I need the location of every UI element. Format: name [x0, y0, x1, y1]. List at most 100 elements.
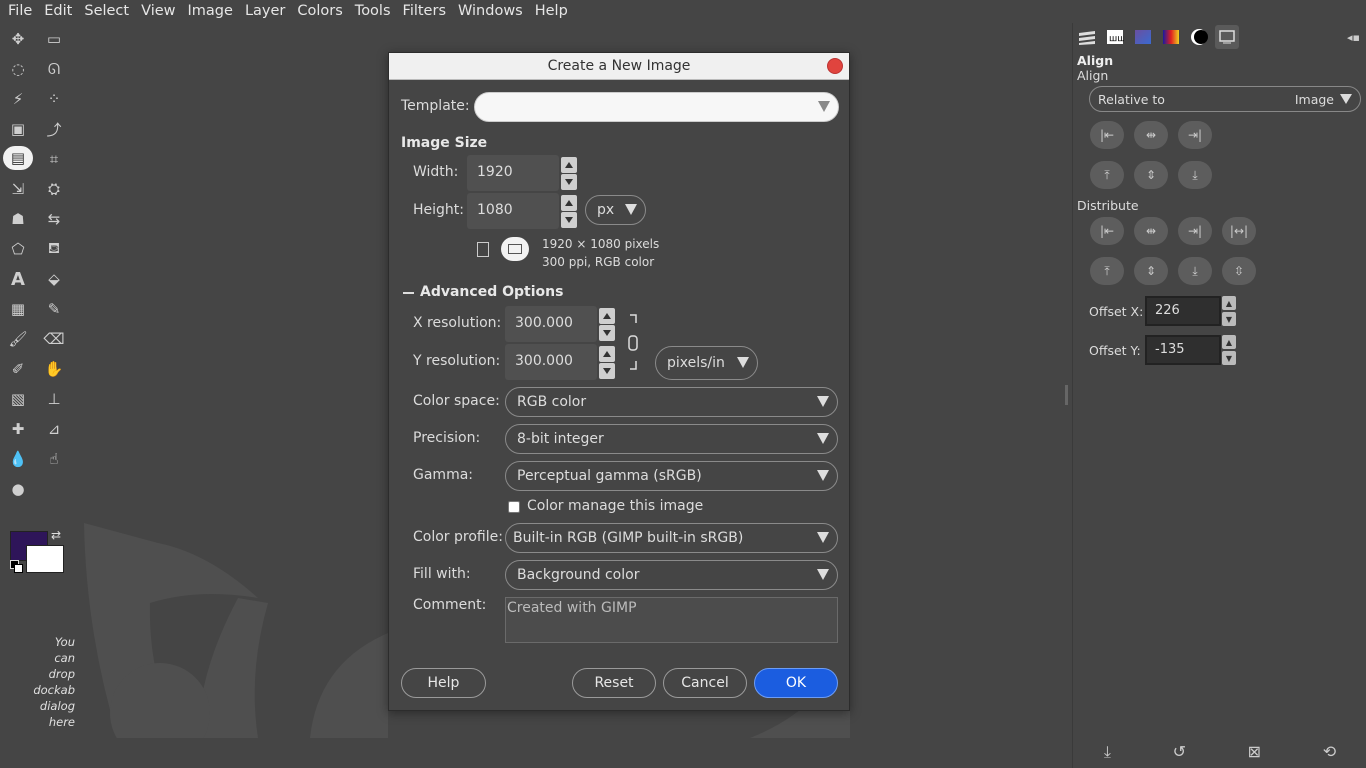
- y-resolution-decrement-icon[interactable]: [599, 363, 615, 379]
- x-resolution-decrement-icon[interactable]: [599, 325, 615, 341]
- color-manage-checkbox[interactable]: [508, 501, 520, 513]
- color-profile-combo[interactable]: Built-in RGB (GIMP built-in sRGB): [505, 523, 838, 553]
- restore-options-icon[interactable]: ↺: [1173, 742, 1186, 761]
- scale-tool-icon[interactable]: ⇲: [5, 176, 31, 202]
- menu-filters[interactable]: Filters: [397, 0, 452, 23]
- pencil-tool-icon[interactable]: ✎: [41, 296, 67, 322]
- align-left-edge-button[interactable]: |⇤: [1090, 121, 1124, 149]
- airbrush-tool-icon[interactable]: ✐: [5, 356, 31, 382]
- x-resolution-increment-icon[interactable]: [599, 308, 615, 324]
- offset-y-increment-icon[interactable]: ▲: [1222, 335, 1236, 349]
- help-button[interactable]: Help: [401, 668, 486, 698]
- menu-tools[interactable]: Tools: [349, 0, 397, 23]
- align-top-edge-button[interactable]: ⤒: [1090, 161, 1124, 189]
- layers-tab-icon[interactable]: [1075, 25, 1099, 49]
- smudge-tool-icon[interactable]: ☝: [41, 446, 67, 472]
- color-space-combo[interactable]: RGB color: [505, 387, 838, 417]
- perspective-clone-tool-icon[interactable]: ⊿: [41, 416, 67, 442]
- fuzzy-select-tool-icon[interactable]: ⚡: [5, 86, 31, 112]
- move-tool-icon[interactable]: ✥: [5, 26, 31, 52]
- background-color-swatch[interactable]: [26, 545, 64, 573]
- color-select-tool-icon[interactable]: ⁘: [41, 86, 67, 112]
- patterns-tab-icon[interactable]: [1131, 25, 1155, 49]
- dodge-burn-tool-icon[interactable]: ●: [5, 476, 31, 502]
- distribute-center-horizontal-button[interactable]: ⇹: [1134, 217, 1168, 245]
- delete-options-icon[interactable]: ⊠: [1248, 742, 1261, 761]
- color-manage-label[interactable]: Color manage this image: [527, 498, 703, 514]
- precision-combo[interactable]: 8-bit integer: [505, 424, 838, 454]
- offset-y-decrement-icon[interactable]: ▼: [1222, 351, 1236, 365]
- height-increment-icon[interactable]: [561, 195, 577, 211]
- collapse-icon[interactable]: [403, 292, 414, 294]
- width-decrement-icon[interactable]: [561, 174, 577, 190]
- distribute-left-button[interactable]: |⇤: [1090, 217, 1124, 245]
- width-input[interactable]: 1920: [467, 155, 559, 191]
- distribute-horizontal-gap-button[interactable]: |↔|: [1222, 217, 1256, 245]
- menu-help[interactable]: Help: [529, 0, 574, 23]
- align-center-horizontal-button[interactable]: ⇹: [1134, 121, 1168, 149]
- reset-options-icon[interactable]: ⟲: [1323, 742, 1336, 761]
- height-decrement-icon[interactable]: [561, 212, 577, 228]
- chain-link-icon[interactable]: [625, 313, 641, 371]
- reset-colors-icon[interactable]: [10, 560, 23, 573]
- foreground-select-tool-icon[interactable]: ▣: [5, 116, 31, 142]
- eraser-tool-icon[interactable]: ⌫: [41, 326, 67, 352]
- menu-windows[interactable]: Windows: [452, 0, 529, 23]
- paths-tool-icon[interactable]: ⤴: [41, 116, 67, 142]
- distribute-vertical-gap-button[interactable]: ⇳: [1222, 257, 1256, 285]
- distribute-middle-button[interactable]: ⇕: [1134, 257, 1168, 285]
- close-icon[interactable]: [827, 58, 843, 74]
- menu-colors[interactable]: Colors: [291, 0, 348, 23]
- lasso-tool-icon[interactable]: ᘏ: [41, 56, 67, 82]
- flip-tool-icon[interactable]: ⇆: [41, 206, 67, 232]
- resolution-unit-combo[interactable]: pixels/in: [655, 346, 758, 380]
- dock-sash[interactable]: [1065, 385, 1068, 405]
- menu-select[interactable]: Select: [78, 0, 135, 23]
- menu-edit[interactable]: Edit: [38, 0, 78, 23]
- ink-tool-icon[interactable]: ✋: [41, 356, 67, 382]
- comment-textarea[interactable]: Created with GIMP: [505, 597, 838, 643]
- offset-x-input[interactable]: 226: [1145, 296, 1221, 326]
- align-bottom-edge-button[interactable]: ⤓: [1178, 161, 1212, 189]
- distribute-top-button[interactable]: ⤒: [1090, 257, 1124, 285]
- ok-button[interactable]: OK: [754, 668, 838, 698]
- cancel-button[interactable]: Cancel: [663, 668, 747, 698]
- tool-options-tab-icon[interactable]: [1215, 25, 1239, 49]
- menu-image[interactable]: Image: [182, 0, 239, 23]
- offset-x-decrement-icon[interactable]: ▼: [1222, 312, 1236, 326]
- distribute-bottom-button[interactable]: ⤓: [1178, 257, 1212, 285]
- gradients-tab-icon[interactable]: [1159, 25, 1183, 49]
- gamma-combo[interactable]: Perceptual gamma (sRGB): [505, 461, 838, 491]
- fonts-tab-icon[interactable]: [1187, 25, 1211, 49]
- text-tool-icon[interactable]: A: [5, 266, 31, 292]
- bucket-fill-tool-icon[interactable]: ⛾: [41, 236, 67, 262]
- offset-x-increment-icon[interactable]: ▲: [1222, 296, 1236, 310]
- swap-colors-icon[interactable]: ⇄: [51, 528, 61, 542]
- brushes-tab-icon[interactable]: ꟺꟺ: [1103, 25, 1127, 49]
- y-resolution-input[interactable]: 300.000: [505, 344, 597, 380]
- fill-with-combo[interactable]: Background color: [505, 560, 838, 590]
- x-resolution-input[interactable]: 300.000: [505, 306, 597, 342]
- menu-layer[interactable]: Layer: [239, 0, 291, 23]
- advanced-options-heading[interactable]: Advanced Options: [420, 284, 563, 300]
- shear-tool-icon[interactable]: ⛭: [41, 176, 67, 202]
- cage-tool-icon[interactable]: ⬠: [5, 236, 31, 262]
- heal-tool-icon[interactable]: ✚: [5, 416, 31, 442]
- mypaint-tool-icon[interactable]: ▧: [5, 386, 31, 412]
- width-increment-icon[interactable]: [561, 157, 577, 173]
- dock-menu-icon[interactable]: ◂▪: [1347, 31, 1360, 44]
- template-combo[interactable]: [474, 92, 839, 122]
- menu-file[interactable]: File: [2, 0, 38, 23]
- reset-button[interactable]: Reset: [572, 668, 656, 698]
- size-unit-combo[interactable]: px: [585, 195, 646, 225]
- blur-tool-icon[interactable]: 💧: [5, 446, 31, 472]
- portrait-icon[interactable]: [477, 242, 489, 257]
- relative-to-combo[interactable]: Relative to Image: [1089, 86, 1361, 112]
- landscape-icon[interactable]: [501, 237, 529, 261]
- offset-y-input[interactable]: -135: [1145, 335, 1221, 365]
- rect-select-tool-icon[interactable]: ▭: [41, 26, 67, 52]
- align-right-edge-button[interactable]: ⇥|: [1178, 121, 1212, 149]
- warp-tool-icon[interactable]: ☗: [5, 206, 31, 232]
- align-middle-vertical-button[interactable]: ⇕: [1134, 161, 1168, 189]
- paintbrush-tool-icon[interactable]: 🖌: [5, 326, 31, 352]
